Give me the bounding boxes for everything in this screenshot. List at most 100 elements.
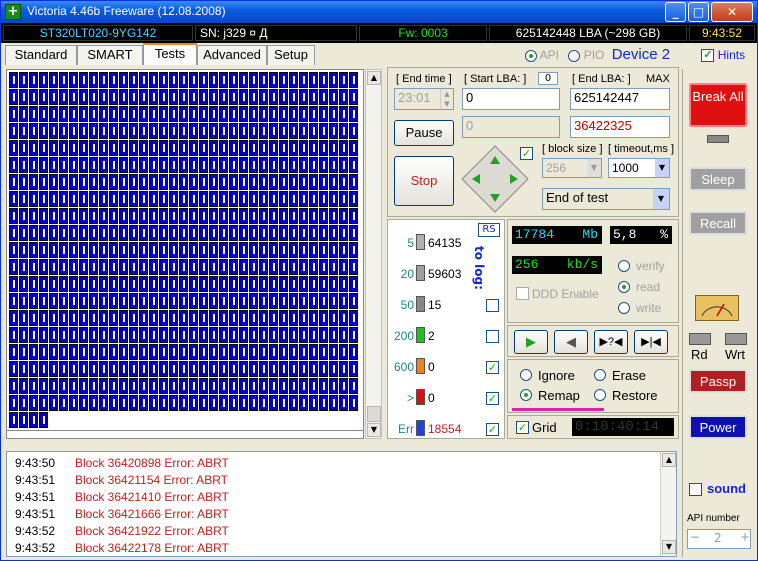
block-size-dropdown-icon[interactable]: ▼ <box>587 159 601 177</box>
error-log[interactable]: 9:43:50 Block 36420898 Error: ABRT 9:43:51… <box>6 451 677 557</box>
end-action-dropdown-icon[interactable]: ▼ <box>653 189 669 209</box>
sector-cell <box>169 276 178 292</box>
start-lba-reset-button[interactable]: 0 <box>538 72 558 85</box>
break-all-button[interactable]: Break All <box>689 83 747 127</box>
api-minus-button[interactable]: − <box>690 530 700 544</box>
sound-checkbox[interactable] <box>689 483 702 496</box>
tab-setup[interactable]: Setup <box>267 45 315 65</box>
sector-cell <box>249 123 258 139</box>
to-end-icon[interactable]: ▶|◀ <box>634 330 668 354</box>
scroll-thumb[interactable] <box>367 406 381 422</box>
sector-cell <box>39 157 48 173</box>
log-scrollbar[interactable]: ▲ ▼ <box>660 452 676 556</box>
latency-count: 0 <box>428 360 435 374</box>
sleep-button[interactable]: Sleep <box>689 167 747 191</box>
sector-cell <box>139 72 148 88</box>
api-radio[interactable] <box>525 49 537 62</box>
timeout-dropdown-icon[interactable]: ▼ <box>655 159 669 177</box>
remap-radio[interactable] <box>520 389 532 401</box>
sector-cell <box>239 344 248 360</box>
sector-cell <box>109 140 118 156</box>
tab-advanced[interactable]: Advanced <box>197 45 267 65</box>
maximize-button[interactable]: □ <box>688 2 709 22</box>
sector-cell <box>59 276 68 292</box>
sector-cell <box>89 276 98 292</box>
power-button[interactable]: Power <box>689 415 747 439</box>
stop-button[interactable]: Stop <box>394 156 454 206</box>
tab-smart[interactable]: SMART <box>77 45 143 65</box>
sector-cell <box>109 89 118 105</box>
read-radio[interactable] <box>618 281 630 293</box>
erase-radio[interactable] <box>594 369 606 381</box>
sector-cell <box>249 378 258 394</box>
latency-count: 2 <box>428 329 435 343</box>
grid-scrollbar[interactable]: ▲ ▼ <box>365 69 382 439</box>
pio-radio[interactable] <box>568 49 581 62</box>
latency-log-checkbox[interactable]: ✓ <box>486 392 499 405</box>
sector-cell <box>329 140 338 156</box>
scroll-up-icon[interactable]: ▲ <box>367 71 381 85</box>
rewind-icon[interactable]: ◀ <box>554 330 588 354</box>
ignore-label: Ignore <box>538 368 575 383</box>
seek-random-icon[interactable]: ▶?◀ <box>594 330 628 354</box>
latency-log-checkbox[interactable]: ✓ <box>486 361 499 374</box>
end-lba-max-button[interactable]: MAX <box>646 73 670 85</box>
direction-checkbox[interactable]: ✓ <box>520 147 533 160</box>
sector-cell <box>339 174 348 190</box>
sector-cell <box>199 174 208 190</box>
recall-button[interactable]: Recall <box>689 211 747 235</box>
sector-cell <box>99 378 108 394</box>
passp-button[interactable]: Passp <box>689 369 747 393</box>
sector-cell <box>279 361 288 377</box>
minimize-button[interactable]: _ <box>665 2 686 22</box>
pause-button[interactable]: Pause <box>394 120 454 146</box>
tab-standard[interactable]: Standard <box>5 45 77 65</box>
latency-row: >0 ✓ <box>388 389 504 409</box>
play-icon[interactable]: ▶ <box>514 330 548 354</box>
end-lba-field[interactable]: 625142447 <box>570 88 670 110</box>
sector-cell <box>279 293 288 309</box>
sector-cell <box>89 259 98 275</box>
restore-radio[interactable] <box>594 389 606 401</box>
hints-checkbox[interactable]: ✓ <box>701 49 715 63</box>
log-scroll-down-icon[interactable]: ▼ <box>662 540 676 554</box>
latency-log-checkbox[interactable] <box>486 299 499 312</box>
ddd-enable-checkbox[interactable] <box>516 287 529 300</box>
sector-cell <box>329 174 338 190</box>
api-plus-button[interactable]: + <box>740 530 750 544</box>
sector-cell <box>109 242 118 258</box>
api-number-stepper[interactable]: − 2 + <box>687 529 751 549</box>
sector-cell <box>349 123 358 139</box>
sector-cell <box>119 242 128 258</box>
ignore-radio[interactable] <box>520 369 532 381</box>
latency-log-checkbox[interactable]: ✓ <box>486 423 499 436</box>
title-bar[interactable]: + Victoria 4.46b Freeware (12.08.2008) _… <box>1 1 757 23</box>
tab-tests[interactable]: Tests <box>143 43 197 65</box>
sector-cell <box>249 140 258 156</box>
sector-cell <box>49 259 58 275</box>
sector-cell <box>269 225 278 241</box>
end-time-spinner[interactable]: ▲ ▼ <box>440 89 453 109</box>
log-scroll-up-icon[interactable]: ▲ <box>662 453 676 467</box>
sector-cell <box>129 140 138 156</box>
sector-cell <box>149 327 158 343</box>
sector-cell <box>239 327 248 343</box>
sector-cell <box>69 327 78 343</box>
log-time: 9:43:51 <box>15 507 56 521</box>
sector-cell <box>309 276 318 292</box>
sector-cell <box>319 242 328 258</box>
verify-radio[interactable] <box>618 260 630 272</box>
sector-cell <box>349 361 358 377</box>
scroll-down-icon[interactable]: ▼ <box>367 423 381 437</box>
sector-cell <box>149 259 158 275</box>
end-action-select[interactable]: End of test <box>542 188 670 210</box>
write-radio[interactable] <box>618 302 630 314</box>
sector-cell <box>259 276 268 292</box>
sector-cell <box>349 174 358 190</box>
sector-cell <box>309 310 318 326</box>
close-button[interactable]: ✕ <box>711 2 753 22</box>
grid-checkbox[interactable]: ✓ <box>516 421 529 434</box>
sector-cell <box>299 72 308 88</box>
latency-log-checkbox[interactable] <box>486 330 499 343</box>
start-lba-field[interactable]: 0 <box>462 88 560 110</box>
